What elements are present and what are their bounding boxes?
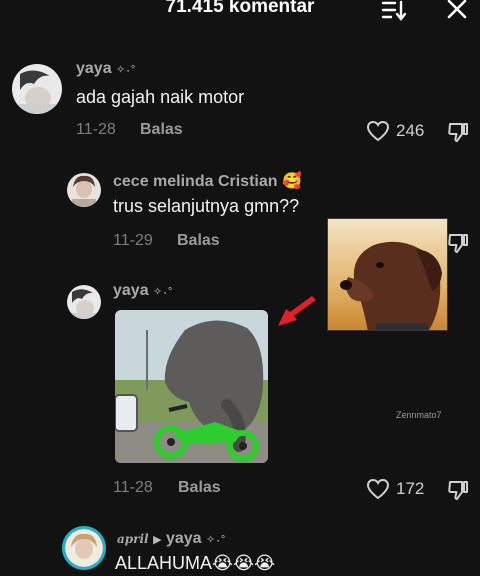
avatar[interactable] (12, 64, 62, 114)
close-button[interactable] (444, 0, 472, 24)
sort-icon (381, 0, 407, 21)
thumbs-down-icon (448, 481, 468, 500)
avatar[interactable] (67, 285, 101, 319)
comment-username[interactable]: yaya ✧˖° (113, 282, 173, 300)
like-count: 246 (396, 121, 425, 140)
dislike-button[interactable] (446, 120, 470, 149)
dislike-button[interactable] (446, 231, 470, 260)
avatar[interactable] (62, 526, 106, 570)
comment-username[interactable]: cece melinda Cristian 🥰 (113, 171, 302, 191)
thumbs-down-icon (448, 123, 468, 142)
comment-count-title: 71.415 komentar (165, 0, 315, 17)
comment-date: 11-28 (76, 121, 116, 138)
heart-icon (366, 120, 390, 142)
reply-to-username[interactable]: yaya (166, 530, 202, 547)
username-text: april (117, 532, 149, 546)
username-badge: 🥰 (281, 173, 302, 190)
username-text: yaya (113, 282, 149, 299)
red-arrow-icon (278, 296, 316, 326)
avatar[interactable] (67, 173, 101, 207)
comment-date: 11-28 (113, 479, 153, 496)
watermark-text: Zennmato7 (396, 410, 442, 420)
comment-text: trus selanjutnya gmn?? (113, 196, 300, 216)
thumbs-down-icon (448, 234, 468, 253)
close-icon (447, 0, 467, 19)
sort-button[interactable] (380, 0, 408, 24)
comment-username[interactable]: yaya ✧˖° (76, 60, 136, 78)
dislike-button[interactable] (446, 478, 470, 507)
username-text: cece melinda Cristian (113, 173, 278, 190)
username-badge: ✧˖° (116, 64, 137, 76)
reply-button[interactable]: Balas (178, 479, 221, 497)
comment-username[interactable]: april ▶ yaya ✧˖° (117, 530, 226, 548)
dog-overlay-image (327, 218, 448, 331)
comment-text: ada gajah naik motor (76, 87, 245, 107)
comment-date: 11-29 (113, 232, 153, 249)
elephant-motorbike-sticker[interactable] (115, 310, 268, 463)
username-badge: ✧˖° (206, 534, 227, 546)
comments-header: 71.415 komentar (0, 0, 480, 26)
username-text: yaya (76, 60, 112, 77)
like-count: 172 (396, 479, 425, 498)
reply-button[interactable]: Balas (177, 232, 220, 250)
comment-text: ALLAHUMA😭😭😭 (115, 553, 276, 573)
username-badge: ✧˖° (153, 286, 174, 298)
like-button[interactable]: 172 (366, 478, 424, 500)
heart-icon (366, 478, 390, 500)
reply-arrow-icon: ▶ (153, 534, 162, 546)
like-button[interactable]: 246 (366, 120, 424, 142)
reply-button[interactable]: Balas (140, 121, 183, 139)
